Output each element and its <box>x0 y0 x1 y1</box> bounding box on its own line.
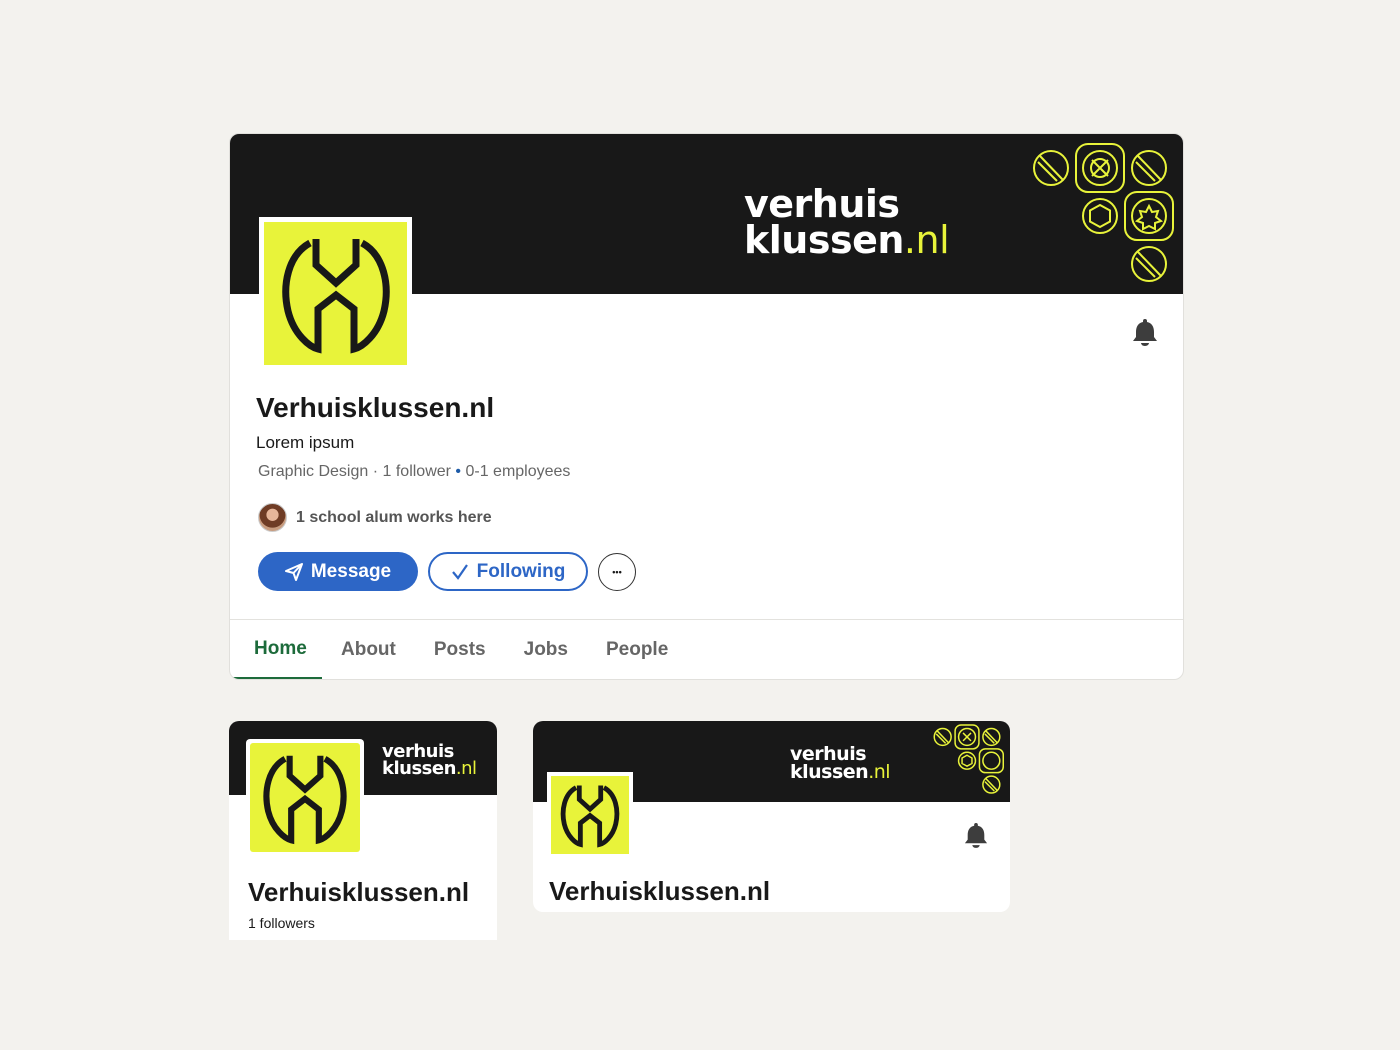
following-button-label: Following <box>476 560 566 582</box>
page-tabs: Home About Posts Jobs People <box>230 620 687 679</box>
message-button-label: Message <box>310 560 392 582</box>
wordmark-suffix: .nl <box>903 218 950 263</box>
wrench-house-logo-icon <box>560 785 620 848</box>
wordmark-line-1: verhuis <box>744 182 900 226</box>
company-card-medium[interactable]: verhuis klussen.nl Verhuisklussen.nl <box>533 721 1010 912</box>
screw-pattern-graphic <box>1033 143 1174 282</box>
company-name: Verhuisklussen.nl <box>256 392 495 423</box>
company-name-small: Verhuisklussen.nl <box>248 877 470 907</box>
message-button[interactable]: Message <box>258 552 418 591</box>
company-logo-small[interactable] <box>246 739 364 856</box>
tab-about[interactable]: About <box>322 620 415 679</box>
tab-jobs[interactable]: Jobs <box>505 620 587 679</box>
following-button[interactable]: Following <box>428 552 588 591</box>
wrench-house-logo-icon <box>263 755 347 844</box>
company-card-small[interactable]: verhuis klussen.nl Verhuisklussen.nl 1 f… <box>229 721 497 940</box>
wrench-house-logo-icon <box>281 238 390 353</box>
followers-link[interactable]: 1 follower <box>383 463 451 480</box>
tab-home[interactable]: Home <box>230 620 322 679</box>
company-name-medium: Verhuisklussen.nl <box>549 876 771 906</box>
tab-posts[interactable]: Posts <box>415 620 505 679</box>
send-icon <box>284 562 303 581</box>
company-logo-medium[interactable] <box>547 772 633 858</box>
company-meta: Graphic Design · 1 follower • 0-1 employ… <box>258 463 571 480</box>
followers-count: 1 followers <box>248 915 315 931</box>
industry-text: Graphic Design <box>258 463 369 480</box>
screw-pattern-graphic-small <box>933 724 1005 794</box>
company-page-card: verhuis klussen.nl Verhuisklussen.nl Lor… <box>229 133 1184 680</box>
banner-wordmark-medium: verhuis klussen.nl <box>790 743 891 784</box>
banner-wordmark-small: verhuis klussen.nl <box>382 741 477 780</box>
banner-wordmark: verhuis klussen.nl <box>744 182 950 259</box>
bell-icon[interactable] <box>964 822 988 848</box>
company-logo[interactable] <box>259 217 412 370</box>
more-options-button[interactable]: ••• <box>598 552 636 591</box>
school-alum-row[interactable]: 1 school alum works here <box>258 503 492 532</box>
bell-icon[interactable] <box>1132 318 1158 346</box>
wordmark-line-2: klussen <box>744 218 904 263</box>
check-icon <box>451 563 468 580</box>
employees-link[interactable]: 0-1 employees <box>465 463 570 480</box>
avatar <box>258 503 287 532</box>
company-tagline: Lorem ipsum <box>256 433 355 452</box>
tab-people[interactable]: People <box>587 620 687 679</box>
alum-text: 1 school alum works here <box>296 508 492 526</box>
action-buttons: Message Following ••• <box>258 552 636 591</box>
more-horizontal-icon: ••• <box>612 566 622 577</box>
